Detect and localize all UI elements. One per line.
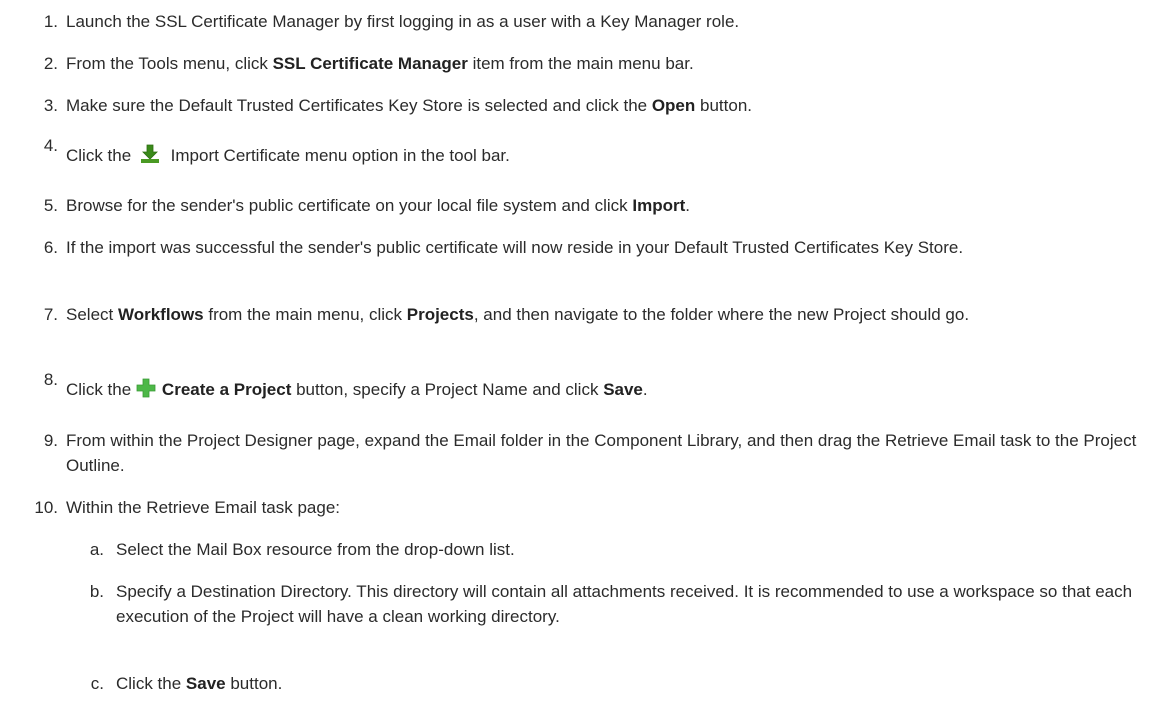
step-number: 9.: [43, 431, 58, 450]
substep-text: Select the Mail Box resource from the dr…: [116, 540, 515, 559]
step-text: Browse for the sender's public certifica…: [66, 196, 691, 215]
substep-letter: c.: [90, 674, 104, 693]
step-number: 8.: [43, 370, 58, 389]
ui-term: Save: [185, 674, 226, 693]
substep-letter: b.: [89, 582, 104, 601]
ui-term: Workflows: [117, 305, 204, 324]
step-text: Within the Retrieve Email task page:: [66, 498, 341, 517]
step-text: Launch the SSL Certificate Manager by fi…: [66, 12, 740, 31]
ui-term: Open: [651, 96, 696, 115]
ui-term: SSL Certificate Manager: [272, 54, 468, 73]
step-number: 4.: [43, 136, 58, 155]
step-text: From the Tools menu, click SSL Certifica…: [66, 54, 694, 73]
step-text: Select Workflows from the main menu, cli…: [66, 305, 970, 324]
import-icon: [140, 144, 160, 171]
step-number: 3.: [43, 96, 58, 115]
step-number: 7.: [43, 305, 58, 324]
step-number: 6.: [43, 238, 58, 257]
step-text: Click the Create a Project button, speci…: [66, 377, 1156, 405]
ui-term: Import: [632, 196, 686, 215]
ui-term: Projects: [406, 305, 474, 324]
substep-text: Click the Save button.: [116, 674, 283, 693]
substep-text: Specify a Destination Directory. This di…: [116, 582, 1133, 626]
substep-letter: a.: [89, 540, 104, 559]
step-number: 2.: [43, 54, 58, 73]
step-number: 10.: [34, 498, 58, 517]
plus-icon: [136, 378, 156, 405]
step-number: 5.: [43, 196, 58, 215]
step-text: If the import was successful the sender'…: [66, 238, 964, 257]
step-text: Click the Import Certificate menu option…: [66, 143, 1156, 171]
step-text: Make sure the Default Trusted Certificat…: [66, 96, 752, 115]
step-text: From within the Project Designer page, e…: [66, 431, 1137, 475]
step-number: 1.: [43, 12, 58, 31]
ui-term: Create a Project: [161, 380, 292, 399]
ui-term: Save: [603, 380, 643, 399]
